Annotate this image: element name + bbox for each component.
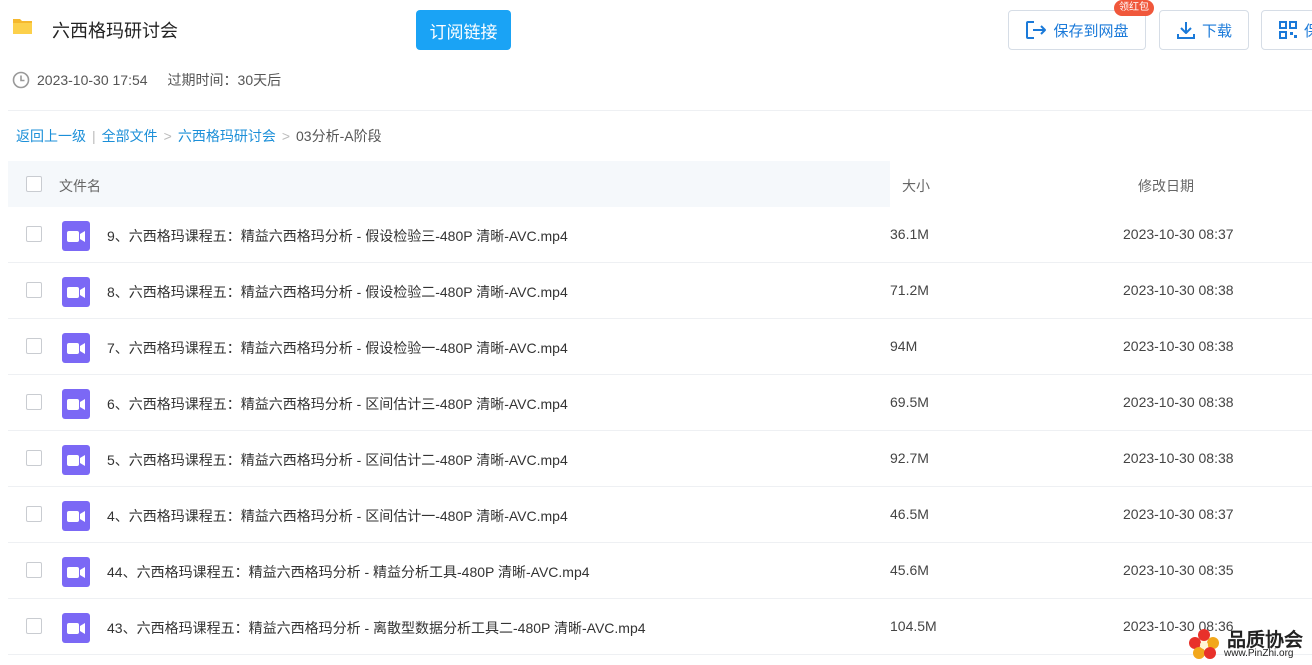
table-row[interactable]: 6、六西格玛课程五：精益六西格玛分析 - 区间估计三-480P 清晰-AVC.m… [8,375,1312,431]
file-size: 104.5M [890,618,937,634]
column-header-size[interactable]: 大小 [902,176,930,196]
table-header-name-cell [8,161,890,207]
download-icon [1176,22,1195,39]
table-row[interactable]: 7、六西格玛课程五：精益六西格玛分析 - 假设检验一-480P 清晰-AVC.m… [8,319,1312,375]
row-checkbox[interactable] [26,282,42,298]
subscribe-link-label: 订阅链接 [429,22,498,42]
table-row[interactable]: 4、六西格玛课程五：精益六西格玛分析 - 区间估计一-480P 清晰-AVC.m… [8,487,1312,543]
watermark-logo: 品质协会 www.PinZhi.org [1184,624,1312,665]
file-name[interactable]: 5、六西格玛课程五：精益六西格玛分析 - 区间估计二-480P 清晰-AVC.m… [107,450,568,470]
clock-icon [12,71,30,89]
subscribe-link-button[interactable]: 订阅链接 [416,10,511,50]
red-packet-badge[interactable]: 领红包 [1114,0,1154,16]
video-file-icon [62,557,90,587]
file-date: 2023-10-30 08:35 [1123,562,1234,578]
file-name[interactable]: 8、六西格玛课程五：精益六西格玛分析 - 假设检验二-480P 清晰-AVC.m… [107,282,568,302]
current-folder: 03分析-A阶段 [296,128,382,144]
column-header-name[interactable]: 文件名 [59,176,101,196]
video-file-icon [62,333,90,363]
qr-icon [1279,21,1297,39]
save-to-disk-icon [1026,21,1047,39]
flower-logo-icon [1189,629,1219,659]
file-name[interactable]: 4、六西格玛课程五：精益六西格玛分析 - 区间估计一-480P 清晰-AVC.m… [107,506,568,526]
file-date: 2023-10-30 08:38 [1123,338,1234,354]
download-label: 下载 [1201,22,1232,40]
expire-time: 过期时间：30天后 [167,72,282,88]
file-date: 2023-10-30 08:38 [1123,394,1234,410]
row-checkbox[interactable] [26,226,42,242]
select-all-checkbox[interactable] [26,176,42,192]
file-size: 71.2M [890,282,929,298]
row-checkbox[interactable] [26,618,42,634]
watermark-url: www.PinZhi.org [1224,648,1294,659]
breadcrumb-separator: > [281,128,291,144]
table-row[interactable]: 8、六西格玛课程五：精益六西格玛分析 - 假设检验二-480P 清晰-AVC.m… [8,263,1312,319]
file-size: 46.5M [890,506,929,522]
row-checkbox[interactable] [26,506,42,522]
share-meta: 2023-10-30 17:54 过期时间：30天后 [12,70,281,90]
video-file-icon [62,277,90,307]
video-file-icon [62,389,90,419]
file-date: 2023-10-30 08:37 [1123,506,1234,522]
file-date: 2023-10-30 08:37 [1123,226,1234,242]
video-file-icon [62,613,90,643]
row-checkbox[interactable] [26,394,42,410]
save-to-disk-button[interactable]: 保存到网盘 [1008,10,1146,50]
file-date: 2023-10-30 08:38 [1123,450,1234,466]
breadcrumb-separator: > [163,128,172,144]
all-files-link[interactable]: 全部文件 [102,126,158,146]
video-file-icon [62,501,90,531]
video-file-icon [62,221,90,251]
download-button[interactable]: 下载 [1159,10,1249,50]
share-datetime: 2023-10-30 17:54 [37,72,148,88]
file-size: 94M [890,338,918,354]
row-checkbox[interactable] [26,338,42,354]
file-name[interactable]: 6、六西格玛课程五：精益六西格玛分析 - 区间估计三-480P 清晰-AVC.m… [107,394,568,414]
header-divider [8,110,1312,111]
file-size: 36.1M [890,226,929,242]
column-header-date[interactable]: 修改日期 [1138,176,1194,196]
file-size: 92.7M [890,450,929,466]
file-size: 45.6M [890,562,929,578]
share-title: 六西格玛研讨会 [52,21,178,41]
table-row[interactable]: 5、六西格玛课程五：精益六西格玛分析 - 区间估计二-480P 清晰-AVC.m… [8,431,1312,487]
table-row[interactable]: 43、六西格玛课程五：精益六西格玛分析 - 离散型数据分析工具二-480P 清晰… [8,599,1312,655]
row-checkbox[interactable] [26,562,42,578]
save-to-disk-label: 保存到网盘 [1053,22,1129,40]
file-name[interactable]: 7、六西格玛课程五：精益六西格玛分析 - 假设检验一-480P 清晰-AVC.m… [107,338,568,358]
folder-icon [13,19,32,34]
folder-link[interactable]: 六西格玛研讨会 [178,126,276,146]
table-row[interactable]: 9、六西格玛课程五：精益六西格玛分析 - 假设检验三-480P 清晰-AVC.m… [8,207,1312,263]
row-checkbox[interactable] [26,450,42,466]
back-link[interactable]: 返回上一级 [16,126,86,146]
file-name[interactable]: 44、六西格玛课程五：精益六西格玛分析 - 精益分析工具-480P 清晰-AVC… [107,562,590,582]
video-file-icon [62,445,90,475]
breadcrumb: 返回上一级 | 全部文件 > 六西格玛研讨会 > 03分析-A阶段 [16,126,382,146]
file-name[interactable]: 43、六西格玛课程五：精益六西格玛分析 - 离散型数据分析工具二-480P 清晰… [107,618,646,638]
save-qr-label: 保 [1304,20,1312,41]
file-size: 69.5M [890,394,929,410]
breadcrumb-bar-separator: | [92,128,96,144]
file-name[interactable]: 9、六西格玛课程五：精益六西格玛分析 - 假设检验三-480P 清晰-AVC.m… [107,226,568,246]
table-row[interactable]: 44、六西格玛课程五：精益六西格玛分析 - 精益分析工具-480P 清晰-AVC… [8,543,1312,599]
save-qr-button[interactable]: 保 [1261,10,1312,50]
file-date: 2023-10-30 08:38 [1123,282,1234,298]
